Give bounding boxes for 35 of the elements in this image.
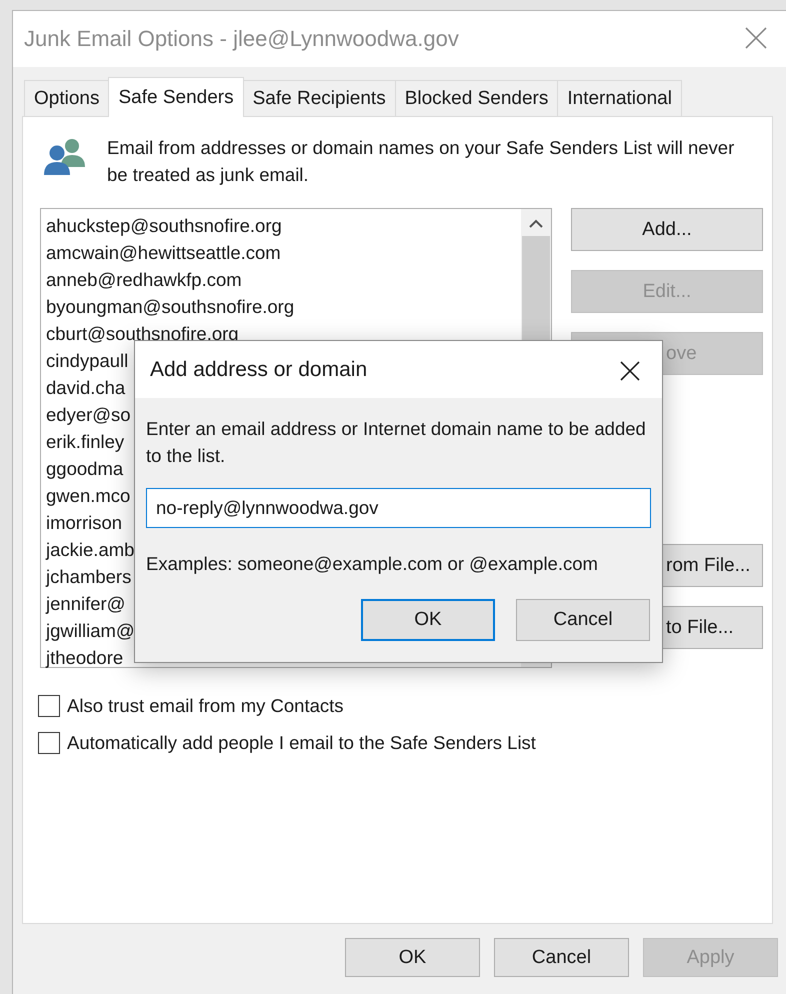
footer-button[interactable]: OK [345,938,480,977]
list-item[interactable]: erik.finley [46,428,124,455]
checkbox-label[interactable]: Also trust email from my Contacts [67,695,344,717]
list-item[interactable]: gwen.mco [46,482,130,509]
list-item[interactable]: jchambers [46,563,132,590]
list-item[interactable]: amcwain@hewittseattle.com [46,239,281,266]
list-item[interactable]: ggoodma [46,455,124,482]
tab[interactable]: International [557,80,682,116]
list-item[interactable]: ahuckstep@southsnofire.org [46,212,282,239]
tab[interactable]: Safe Senders [108,77,244,117]
checkbox[interactable] [38,695,60,717]
dialog-button[interactable]: Cancel [516,599,650,641]
scroll-up-icon[interactable] [529,219,543,228]
list-item[interactable]: byoungman@southsnofire.org [46,293,294,320]
address-input-field[interactable]: no-reply@lynnwoodwa.gov [146,488,651,528]
tab[interactable]: Options [24,80,110,116]
list-item[interactable]: jennifer@ [46,590,126,617]
side-button[interactable]: Add... [571,208,763,251]
list-item[interactable]: jtheodore [46,644,124,671]
list-item[interactable]: david.cha [46,374,126,401]
info-text: Email from addresses or domain names on your Safe Senders List will never be treated as junk email. [107,136,736,187]
footer-button[interactable]: Cancel [494,938,629,977]
prompt-text: Enter an email address or Internet domain name to be added to the list. [146,417,647,468]
dialog-button[interactable]: OK [361,599,495,641]
list-item[interactable]: edyer@so [46,401,131,428]
list-item[interactable]: cindypaull [46,347,128,374]
close-icon[interactable] [620,361,640,381]
list-item[interactable]: imorrison [46,509,122,536]
checkbox[interactable] [38,732,60,754]
list-item[interactable]: jgwilliam@ [46,617,135,644]
list-item[interactable]: jackie.amb [46,536,134,563]
checkbox-label[interactable]: Automatically add people I email to the Safe Senders List [67,732,536,754]
window-title: Junk Email Options - jlee@Lynnwoodwa.gov [24,26,459,52]
list-item[interactable]: anneb@redhawkfp.com [46,266,242,293]
dialog-title: Add address or domain [150,358,368,382]
